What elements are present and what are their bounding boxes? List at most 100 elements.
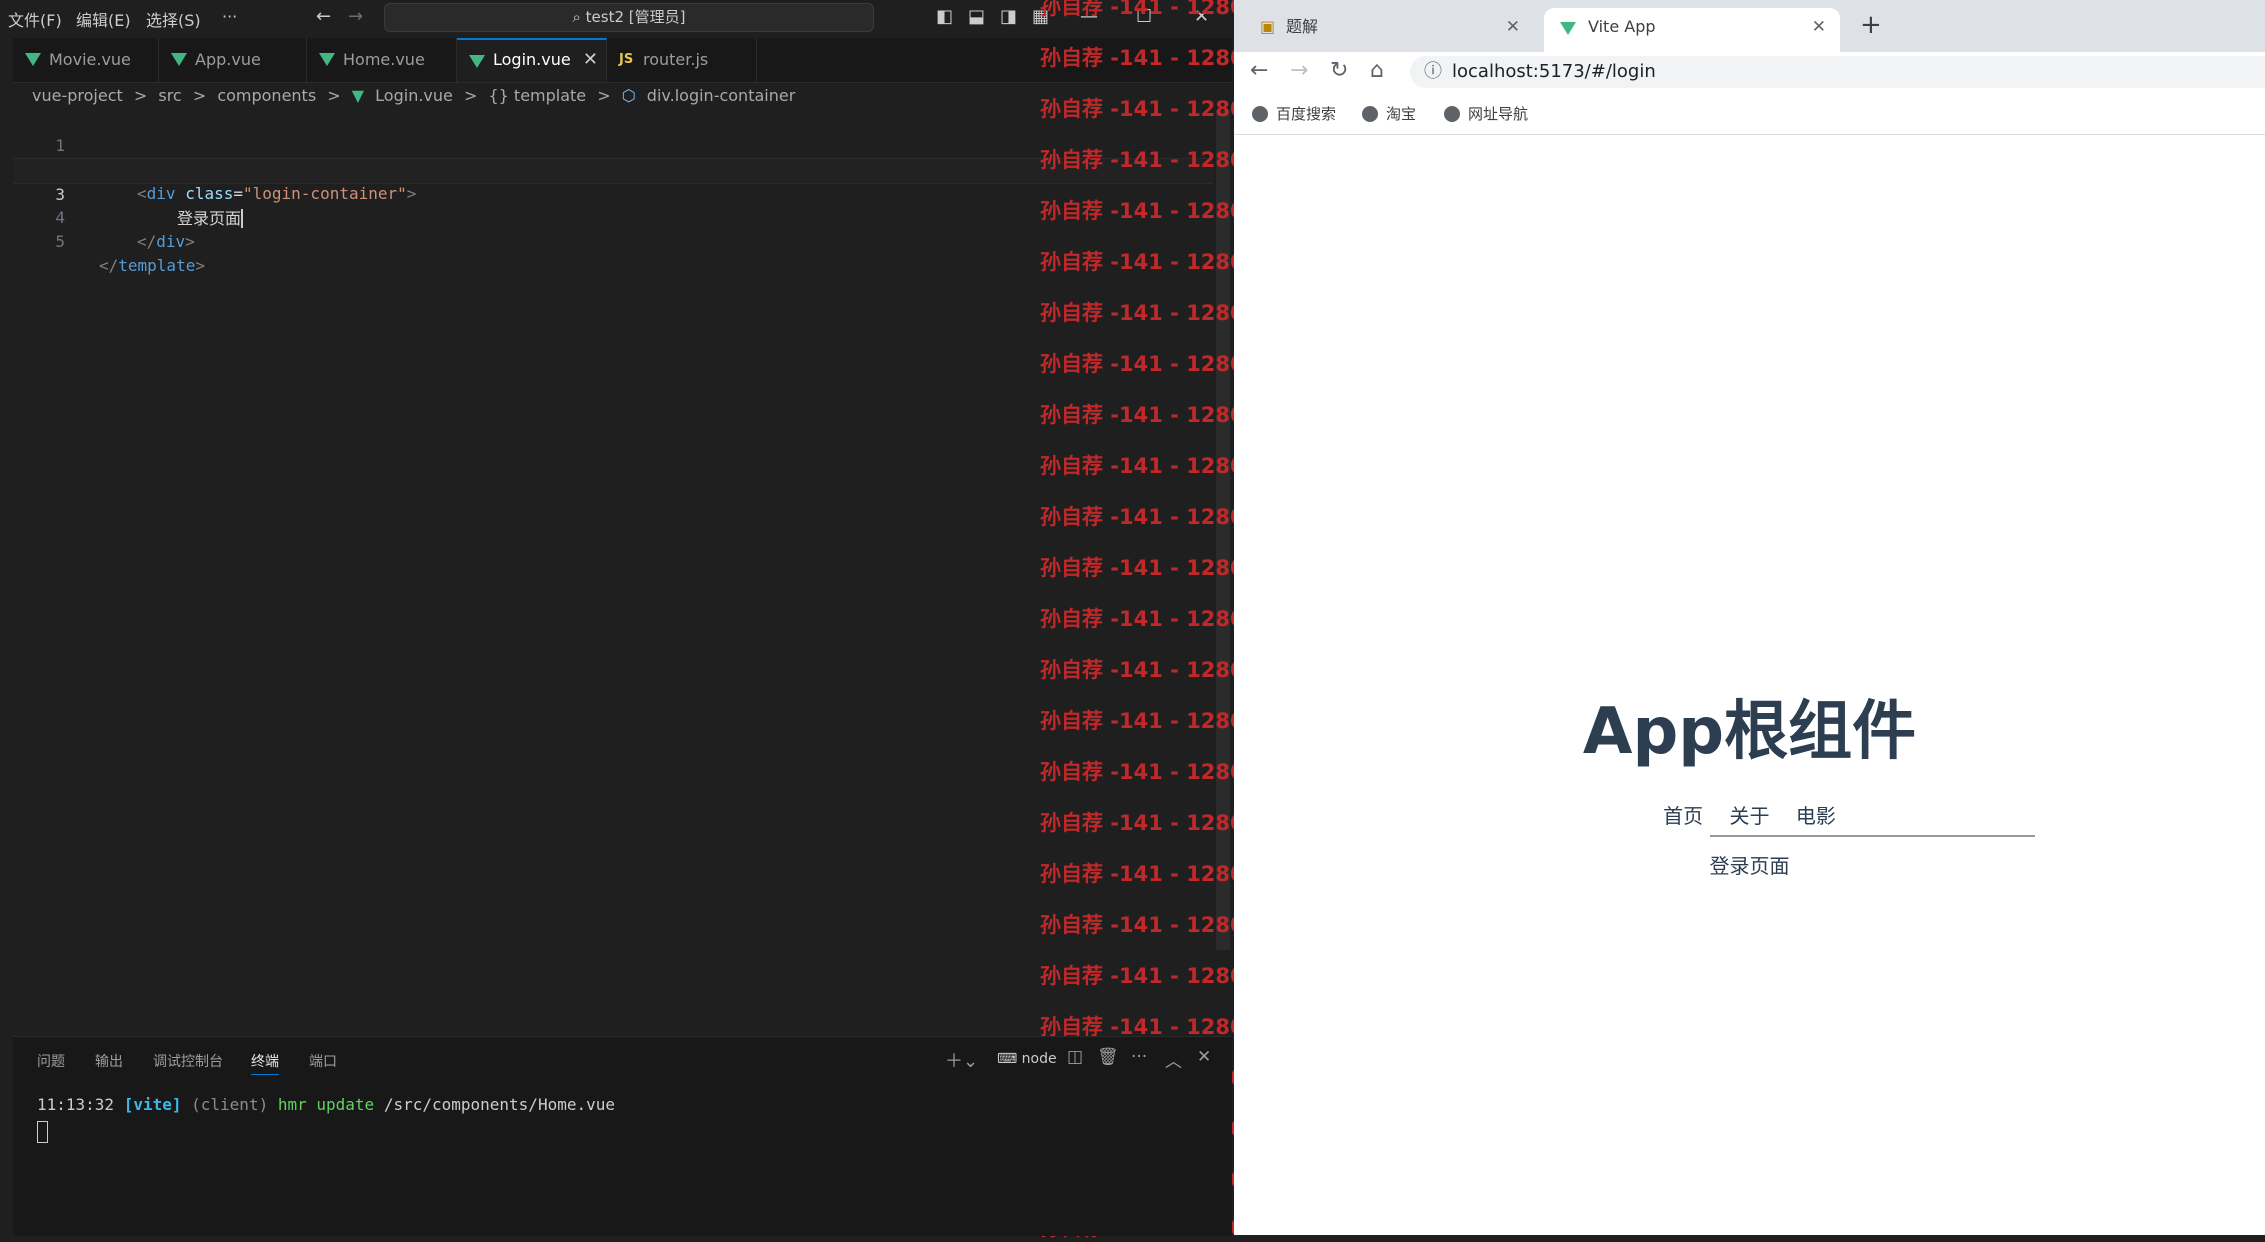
nav-link-home[interactable]: 首页 [1663,804,1703,828]
address-bar[interactable]: ⓘ localhost:5173/#/login [1410,56,2265,88]
vue-icon [171,53,187,66]
breadcrumb-project[interactable]: vue-project [32,86,123,105]
panel-tab-ports[interactable]: 端口 [309,1051,337,1071]
watermark-text: 孙自荐 -141 - 1280 [1040,913,1245,937]
vscode-window: 文件(F) 编辑(E) 选择(S) ··· ← → ⌕ test2 [管理员] … [0,0,1245,1240]
new-terminal-icon[interactable]: ＋⌄ [945,1047,978,1073]
watermark-text: 孙自荐 -141 - 1280 [1040,760,1245,784]
web-page: App根组件 首页 关于 电影 登录页面 [1234,135,2265,1235]
close-tab-icon[interactable]: ✕ [1506,8,1520,46]
panel-tab-debug-console[interactable]: 调试控制台 [153,1051,223,1071]
menu-edit[interactable]: 编辑(E) [76,7,131,31]
breadcrumb-file[interactable]: Login.vue [375,86,453,105]
terminal-output[interactable]: 11:13:32 [vite] (client) hmr update /src… [37,1095,615,1114]
breadcrumb-template[interactable]: {} template [488,86,586,105]
menu-file[interactable]: 文件(F) [8,7,62,31]
vue-icon [319,53,335,66]
nav-divider [1710,835,2035,837]
vue-icon [469,55,485,68]
trash-icon[interactable]: 🗑 [1097,1047,1119,1067]
chrome-tab-tijie[interactable]: ▣ 题解 ✕ [1242,8,1534,52]
home-icon[interactable]: ⌂ [1370,58,1384,83]
code-line: 5 </template> [13,206,1213,275]
app-nav: 首页 关于 电影 [1234,800,2265,829]
bottom-panel: 问题 输出 调试控制台 终端 端口 ＋⌄ ⌨ node ◫ 🗑 ··· ︿ ✕ … [13,1036,1232,1236]
watermark-text: 孙自荐 -141 - 1280 [1040,811,1245,835]
panel-tab-output[interactable]: 输出 [95,1051,123,1071]
command-center[interactable]: ⌕ test2 [管理员] [384,3,874,32]
watermark-text: 孙自荐 -141 - 1280 [1040,556,1245,580]
tab-login-vue[interactable]: Login.vue ✕ [457,38,607,82]
watermark-text: 孙自荐 -141 - 1280 [1040,148,1245,172]
breadcrumb-src[interactable]: src [158,86,181,105]
vue-icon: ▼ [351,86,365,105]
close-tab-icon[interactable]: ✕ [583,40,598,80]
breadcrumb-element[interactable]: div.login-container [647,86,795,105]
forward-arrow-icon[interactable]: → [348,6,363,27]
watermark-text: 孙自荐 -141 - 1280 [1040,862,1245,886]
watermark-text: 孙自荐 -141 - 1280 [1040,0,1245,19]
bookmarks-bar: 百度搜索 淘宝 网址导航 [1234,92,2265,135]
code-line: 1 <template> [13,110,1213,179]
maximize-panel-icon[interactable]: ︿ [1165,1047,1182,1072]
chrome-window: ▣ 题解 ✕ Vite App ✕ + ← → ↻ ⌂ ⓘ localhost:5173… [1234,0,2265,1235]
reload-icon[interactable]: ↻ [1330,58,1348,83]
tab-app-vue[interactable]: App.vue [159,38,307,82]
watermark-text: 孙自荐 -141 - 1280 [1040,97,1245,121]
globe-icon [1362,106,1378,122]
line-number: 5 [55,232,65,251]
element-icon: ⬡ [621,86,636,105]
bookmark-baidu[interactable]: 百度搜索 [1252,103,1336,124]
bookmark-taobao[interactable]: 淘宝 [1362,103,1416,124]
panel-tab-problems[interactable]: 问题 [37,1051,65,1071]
watermark-text: 孙自荐 -141 - 1280 [1040,964,1245,988]
breadcrumb-components[interactable]: components [217,86,316,105]
vue-icon [25,53,41,66]
globe-icon [1252,106,1268,122]
tab-movie-vue[interactable]: Movie.vue [13,38,159,82]
terminal-cursor [37,1121,48,1143]
menu-more[interactable]: ··· [222,7,237,26]
panel-tab-terminal[interactable]: 终端 [251,1051,279,1075]
split-terminal-icon[interactable]: ◫ [1067,1047,1083,1067]
watermark-text: 孙自荐 -141 - 1280 [1040,658,1245,682]
watermark-text: 孙自荐 -141 - 1280 [1040,403,1245,427]
tab-router-js[interactable]: JS router.js [607,38,757,82]
watermark-text: 孙自荐 -141 - 1280 [1040,250,1245,274]
watermark-text: 孙自荐 -141 - 1280 [1040,46,1245,70]
code-line: 2 <div class="login-container"> [13,134,1213,203]
toggle-secondary-sidebar-icon[interactable]: ◨ [1000,6,1017,27]
toggle-panel-icon[interactable]: ⬓ [968,6,985,27]
toggle-sidebar-icon[interactable]: ◧ [936,6,953,27]
code-editor[interactable]: 1 <template> 2 <div class="login-contain… [13,110,1213,1030]
back-icon[interactable]: ← [1250,58,1268,83]
watermark-text: 孙自荐 -141 - 1280 [1040,709,1245,733]
globe-icon [1444,106,1460,122]
js-file-icon: JS [619,52,634,67]
new-tab-button[interactable]: + [1860,10,1882,40]
more-actions-icon[interactable]: ··· [1131,1047,1147,1067]
breadcrumb-separator: > [192,86,207,105]
tab-home-vue[interactable]: Home.vue [307,38,457,82]
site-info-icon[interactable]: ⓘ [1424,61,1442,82]
close-tab-icon[interactable]: ✕ [1812,8,1826,46]
site-favicon-icon: ▣ [1260,17,1276,36]
breadcrumb-separator: > [133,86,148,105]
router-view-text: 登录页面 [1709,854,1790,878]
back-arrow-icon[interactable]: ← [316,6,331,27]
watermark-text: 孙自荐 -141 - 1280 [1040,454,1245,478]
breadcrumb-separator: > [463,86,478,105]
terminal-shell-label[interactable]: ⌨ node [997,1051,1057,1067]
chrome-tab-vite-app[interactable]: Vite App ✕ [1544,8,1840,52]
nav-link-movie[interactable]: 电影 [1796,804,1836,828]
breadcrumb-separator: > [327,86,341,105]
menu-selection[interactable]: 选择(S) [146,7,201,31]
chrome-toolbar: ← → ↻ ⌂ ⓘ localhost:5173/#/login [1234,52,2265,92]
breadcrumb-separator: > [597,86,611,105]
watermark-text: 孙自荐 -141 - 1280 [1040,505,1245,529]
close-panel-icon[interactable]: ✕ [1197,1047,1211,1067]
nav-link-about[interactable]: 关于 [1730,804,1770,828]
code-line: 4 </div> [13,182,1213,251]
bookmark-nav[interactable]: 网址导航 [1444,103,1528,124]
forward-icon[interactable]: → [1290,58,1308,83]
